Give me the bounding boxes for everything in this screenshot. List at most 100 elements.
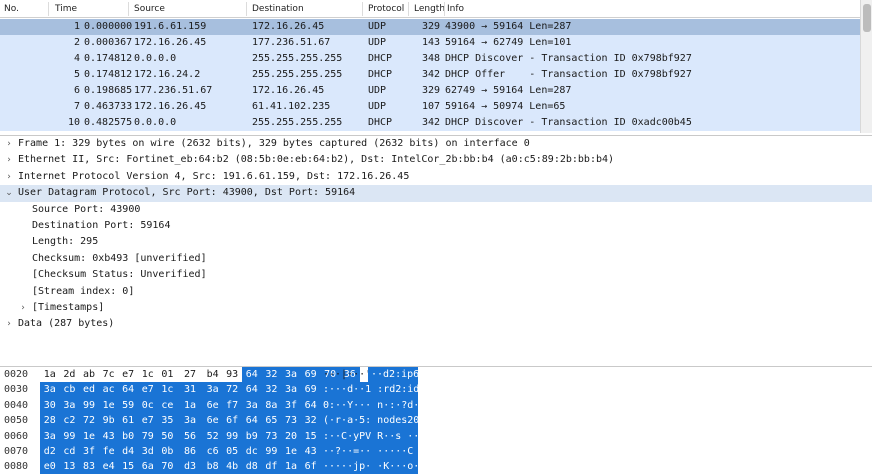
hex-byte[interactable]: 61 [118,413,138,429]
hex-byte[interactable]: 72 [222,382,242,398]
column-header-time[interactable]: Time [55,4,77,14]
hex-byte[interactable]: d2 [40,443,60,460]
ascii-bytes[interactable]: ·-·|···' [320,367,371,382]
hex-byte[interactable]: e7 [138,413,158,429]
hex-byte[interactable]: 83 [79,459,99,474]
hex-byte[interactable]: 1e [281,443,301,460]
hex-byte[interactable]: 79 [138,428,158,444]
hex-byte[interactable]: 3d [138,443,158,460]
hex-byte[interactable]: c6 [202,443,223,460]
hex-byte[interactable]: 3a [40,428,60,444]
hex-byte[interactable]: 6e [202,397,223,414]
scrollbar-thumb[interactable] [863,4,871,32]
hex-byte[interactable]: 70 [157,459,178,474]
hex-byte[interactable]: b4 [203,367,223,382]
hex-byte[interactable]: 15 [300,428,321,444]
detail-row-destination-port[interactable]: Destination Port: 59164 [0,218,872,234]
column-header-protocol[interactable]: Protocol [368,4,404,14]
hex-byte[interactable]: 2d [60,367,80,382]
column-separator[interactable] [362,2,363,16]
hex-byte[interactable]: 1e [79,428,99,444]
hex-byte[interactable]: 32 [261,382,282,398]
hex-byte[interactable]: df [261,459,282,474]
hex-byte[interactable]: 0c [138,397,158,414]
expand-arrow-icon[interactable]: › [4,152,14,168]
hex-byte[interactable]: cb [59,382,80,398]
hex-byte[interactable]: 64 [300,397,321,414]
hex-byte[interactable]: 73 [281,413,301,429]
detail-row-stream-index[interactable]: [Stream index: 0] [0,284,872,300]
detail-row-timestamps[interactable]: › [Timestamps] [0,300,872,316]
hex-byte[interactable]: 7c [99,367,119,382]
hex-byte[interactable]: 50 [157,428,178,444]
detail-row-checksum-status[interactable]: [Checksum Status: Unverified] [0,267,872,283]
packet-row[interactable]: 5 0.174812 172.16.24.2 255.255.255.255 D… [0,67,860,83]
hex-byte[interactable]: 0b [157,443,178,460]
ascii-bytes-selected[interactable]: :···d··1 :rd2:id2 [320,382,425,398]
ascii-bytes-selected[interactable]: :··C·yPV R··s ··· [320,428,425,444]
packet-row[interactable]: 2 0.000367 172.16.26.45 177.236.51.67 UD… [0,35,860,51]
hex-byte[interactable]: b0 [118,428,138,444]
hex-byte[interactable]: ce [157,397,178,414]
hex-byte[interactable]: e7 [138,382,158,398]
hex-byte[interactable]: 31 [177,382,203,398]
detail-row-frame[interactable]: › Frame 1: 329 bytes on wire (2632 bits)… [0,136,872,152]
expand-arrow-icon[interactable]: › [18,300,28,316]
detail-row-ip[interactable]: › Internet Protocol Version 4, Src: 191.… [0,169,872,185]
hex-byte[interactable]: e4 [98,459,119,474]
hex-byte[interactable]: 43 [300,443,321,460]
hex-byte[interactable]: 30 [40,397,60,414]
column-separator[interactable] [48,2,49,16]
hex-byte[interactable]: ab [79,367,99,382]
detail-row-checksum[interactable]: Checksum: 0xb493 [unverified] [0,251,872,267]
column-header-no[interactable]: No. [4,4,19,14]
column-header-info[interactable]: Info [447,4,464,14]
ascii-bytes-selected[interactable]: ··d2:ip6 [368,367,419,383]
column-separator[interactable] [128,2,129,16]
packet-row[interactable]: 4 0.174812 0.0.0.0 255.255.255.255 DHCP … [0,51,860,67]
hex-byte[interactable]: 3a [177,413,203,429]
hex-byte[interactable]: 3a [281,382,301,398]
hex-byte[interactable]: 6a [138,459,158,474]
hex-byte[interactable]: 9b [98,413,119,429]
hex-byte[interactable]: 20 [281,428,301,444]
hex-byte[interactable]: e0 [40,459,60,474]
collapse-arrow-icon[interactable]: ⌄ [4,185,14,201]
hex-byte[interactable]: 1a [281,459,301,474]
detail-row-data[interactable]: › Data (287 bytes) [0,316,872,332]
hex-byte[interactable]: 3a [281,367,301,383]
hex-byte[interactable]: 32 [261,367,282,383]
hex-byte[interactable]: f7 [222,397,242,414]
column-header-length[interactable]: Length [414,4,445,14]
hex-byte[interactable]: 15 [118,459,138,474]
column-separator[interactable] [444,2,445,16]
hex-byte[interactable]: 56 [177,428,203,444]
hex-byte[interactable]: 73 [261,428,282,444]
hex-byte[interactable]: 1a [177,397,203,414]
hex-byte[interactable]: 52 [202,428,223,444]
hex-byte[interactable]: b8 [202,459,223,474]
hex-byte[interactable]: cd [59,443,80,460]
hex-byte[interactable]: d8 [242,459,262,474]
hex-byte[interactable]: ed [79,382,99,398]
hex-byte[interactable]: 1a [40,367,60,382]
hex-byte[interactable]: b9 [242,428,262,444]
detail-row-length[interactable]: Length: 295 [0,234,872,250]
ascii-bytes-selected[interactable]: ··?··=·· ·····C · [320,443,425,460]
column-separator[interactable] [408,2,409,16]
hex-byte[interactable]: 4b [222,459,242,474]
hex-byte[interactable]: 99 [261,443,282,460]
ascii-bytes-selected[interactable]: 0:··Y··· n·:·?d·· [320,397,425,414]
packet-list-scrollbar[interactable] [860,0,872,133]
hex-byte[interactable]: 64 [242,413,262,429]
hex-byte[interactable]: 43 [98,428,119,444]
hex-byte[interactable]: 3a [59,397,80,414]
hex-byte[interactable]: 3f [79,443,99,460]
hex-byte[interactable]: 3a [40,382,60,398]
hex-byte[interactable]: dc [242,443,262,460]
hex-byte[interactable]: d3 [177,459,203,474]
hex-byte[interactable]: 3f [281,397,301,414]
expand-arrow-icon[interactable]: › [4,136,14,152]
expand-arrow-icon[interactable]: › [4,169,14,185]
hex-byte[interactable]: 6f [222,413,242,429]
